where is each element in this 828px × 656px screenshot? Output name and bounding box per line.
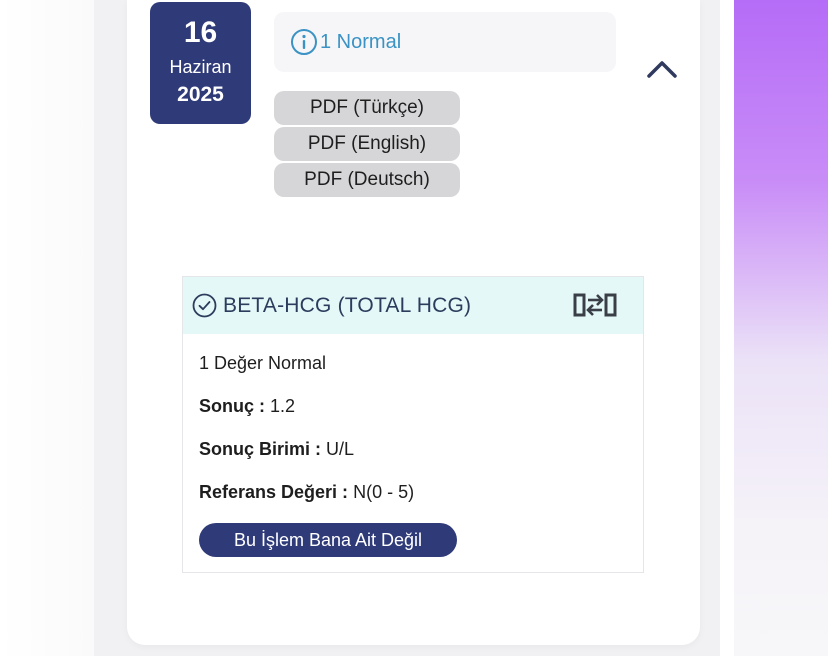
- result-unit-label: Sonuç Birimi :: [199, 439, 322, 459]
- status-box: 1 Normal: [274, 12, 616, 72]
- result-summary: 1 Değer Normal: [199, 353, 327, 373]
- result-unit-row: Sonuç Birimi : U/L: [199, 439, 354, 460]
- not-mine-button[interactable]: Bu İşlem Bana Ait Değil: [199, 523, 457, 557]
- result-value-row: Sonuç : 1.2: [199, 396, 295, 417]
- info-circle-icon: [290, 28, 318, 56]
- right-gradient-background: [734, 0, 828, 656]
- date-year: 2025: [177, 83, 224, 106]
- pdf-turkce-button[interactable]: PDF (Türkçe): [274, 91, 460, 125]
- reference-value: N(0 - 5): [353, 482, 415, 502]
- collapse-button[interactable]: [644, 56, 680, 82]
- date-badge: 16 Haziran 2025: [150, 2, 251, 124]
- reference-row: Referans Değeri : N(0 - 5): [199, 482, 414, 503]
- date-day: 16: [183, 16, 218, 49]
- pdf-english-button[interactable]: PDF (English): [274, 127, 460, 161]
- date-month: Haziran: [169, 57, 232, 77]
- test-result-card: BETA-HCG (TOTAL HCG) 1 Değer Normal Sonu…: [182, 276, 644, 573]
- result-value: 1.2: [270, 396, 296, 416]
- status-text: 1 Normal: [320, 30, 402, 53]
- test-result-header: BETA-HCG (TOTAL HCG): [183, 277, 643, 334]
- pdf-deutsch-button[interactable]: PDF (Deutsch): [274, 163, 460, 197]
- compare-icon[interactable]: [572, 289, 618, 321]
- check-circle-icon: [192, 293, 217, 318]
- chevron-up-icon: [646, 59, 678, 79]
- reference-label: Referans Değeri :: [199, 482, 349, 502]
- result-value-label: Sonuç :: [199, 396, 265, 416]
- test-name: BETA-HCG (TOTAL HCG): [223, 293, 472, 317]
- result-unit: U/L: [326, 439, 355, 459]
- left-background: [0, 0, 94, 656]
